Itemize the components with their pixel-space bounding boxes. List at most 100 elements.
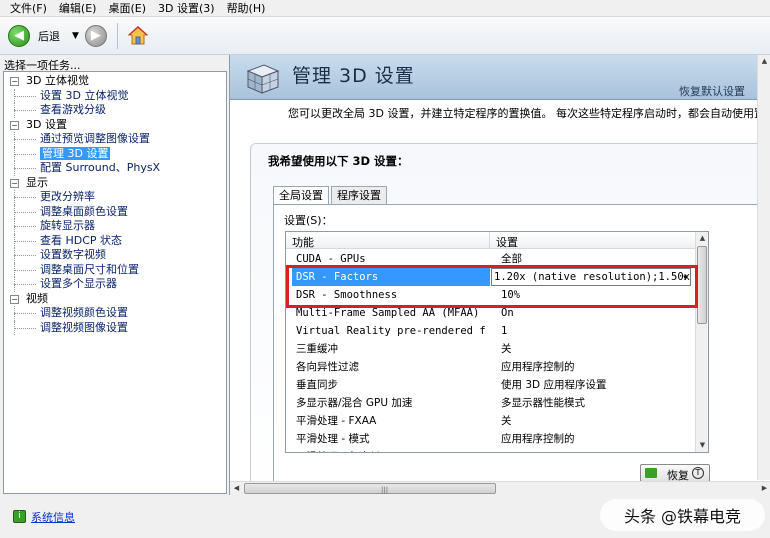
tree-item[interactable]: 旋转显示器 xyxy=(4,219,226,234)
tree-item[interactable]: 调整桌面颜色设置 xyxy=(4,204,226,219)
settings-list[interactable]: 功能 设置 CUDA - GPUs 全部 DSR - Factors 1.20x (n… xyxy=(285,231,709,453)
dropdown-arrow-icon[interactable]: ▼ xyxy=(683,270,688,285)
setting-row[interactable]: 各向异性过滤 应用程序控制的 xyxy=(286,358,696,376)
main-horizontal-scrollbar[interactable]: ◀ ||| ▶ xyxy=(230,481,770,495)
column-feature[interactable]: 功能 xyxy=(292,234,314,250)
menu-file[interactable]: 文件(F) xyxy=(4,0,53,17)
arrow-left-icon: ◀ xyxy=(14,28,24,43)
menu-desktop[interactable]: 桌面(E) xyxy=(102,0,152,17)
tree-item[interactable]: 查看 HDCP 状态 xyxy=(4,233,226,248)
setting-row[interactable]: 平滑处理 - FXAA 关 xyxy=(286,412,696,430)
setting-value: 全部 xyxy=(501,250,691,268)
setting-feature: 平滑处理 - 灰度纠正 xyxy=(296,448,486,452)
list-vertical-scrollbar[interactable]: ▲ ▼ xyxy=(695,232,708,452)
3d-cube-icon xyxy=(246,64,280,94)
horizontal-scroll-thumb[interactable]: ||| xyxy=(244,483,496,494)
setting-row[interactable]: 垂直同步 使用 3D 应用程序设置 xyxy=(286,376,696,394)
tree-category[interactable]: −3D 设置 xyxy=(4,118,226,133)
tree-item[interactable]: 通过预览调整图像设置 xyxy=(4,132,226,147)
tree-item-label: 3D 设置 xyxy=(26,117,67,131)
setting-value-dropdown[interactable]: 1.20x (native resolution);1.50x (na▼ xyxy=(491,268,691,286)
tree-item[interactable]: 管理 3D 设置 xyxy=(4,146,226,161)
tree-item-label: 配置 Surround、PhysX xyxy=(40,161,161,174)
scroll-left-icon[interactable]: ◀ xyxy=(230,482,243,495)
watermark: 头条 @铁幕电竞 xyxy=(600,499,765,531)
tree-item[interactable]: 调整视频图像设置 xyxy=(4,320,226,335)
page-description: 您可以更改全局 3D 设置，并建立特定程序的置换值。 每次这些特定程序启动时，都… xyxy=(288,107,770,120)
setting-value: 使用 3D 应用程序设置 xyxy=(501,376,691,394)
tree-item[interactable]: 调整视频颜色设置 xyxy=(4,306,226,321)
collapse-icon[interactable]: − xyxy=(10,294,19,304)
collapse-icon[interactable]: − xyxy=(10,120,19,130)
tree-line xyxy=(14,226,36,227)
setting-value-text: 应用程序控制的 xyxy=(501,433,575,445)
menu-edit[interactable]: 编辑(E) xyxy=(53,0,103,17)
arrow-right-icon: ▶ xyxy=(90,28,101,43)
history-dropdown-icon[interactable]: ▼ xyxy=(72,31,79,41)
setting-row[interactable]: DSR - Factors 1.20x (native resolution);1… xyxy=(286,268,696,286)
setting-row[interactable]: 三重缓冲 关 xyxy=(286,340,696,358)
system-info-icon: i xyxy=(13,510,26,523)
restore-defaults-link[interactable]: 恢复默认设置 xyxy=(679,83,745,99)
main-scroll-up-icon[interactable]: ▲ xyxy=(758,55,770,68)
setting-row[interactable]: DSR - Smoothness 10% xyxy=(286,286,696,304)
task-tree-panel: −3D 立体视觉 设置 3D 立体视觉 查看游戏分级 −3D 设置 通过预览调整图像设置… xyxy=(3,71,227,494)
setting-value-text: 10% xyxy=(501,289,520,301)
home-button[interactable] xyxy=(126,24,150,48)
scroll-up-icon[interactable]: ▲ xyxy=(696,232,708,245)
home-icon xyxy=(127,25,149,44)
tree-item[interactable]: 配置 Surround、PhysX xyxy=(4,161,226,176)
tree-line xyxy=(14,313,36,314)
tree-item[interactable]: 更改分辨率 xyxy=(4,190,226,205)
tree-line xyxy=(14,153,36,155)
setting-value-text: 关 xyxy=(501,343,512,355)
setting-value-text: On xyxy=(501,307,514,319)
tree-item[interactable]: 设置多个显示器 xyxy=(4,277,226,292)
setting-row[interactable]: 多显示器/混合 GPU 加速 多显示器性能模式 xyxy=(286,394,696,412)
menu-help[interactable]: 帮助(H) xyxy=(221,0,272,17)
tree-item-label: 调整视频图像设置 xyxy=(40,320,128,334)
setting-row[interactable]: Multi-Frame Sampled AA (MFAA) On xyxy=(286,304,696,322)
tree-item-label: 3D 立体视觉 xyxy=(26,74,89,87)
tab-global-settings[interactable]: 全局设置 xyxy=(273,186,329,205)
tree-item[interactable]: 设置数字视频 xyxy=(4,248,226,263)
tree-item[interactable]: 查看游戏分级 xyxy=(4,103,226,118)
tab-program-settings[interactable]: 程序设置 xyxy=(331,186,387,204)
tree-item-label: 设置 3D 立体视觉 xyxy=(40,88,129,102)
scroll-right-icon[interactable]: ▶ xyxy=(758,482,770,495)
setting-value: On xyxy=(501,304,691,322)
tree-category[interactable]: −3D 立体视觉 xyxy=(4,74,226,89)
setting-row[interactable]: CUDA - GPUs 全部 xyxy=(286,250,696,268)
setting-value: 应用程序控制的 xyxy=(501,430,691,448)
menu-3d-settings[interactable]: 3D 设置(3) xyxy=(152,0,221,17)
setting-row[interactable]: 平滑处理 - 模式 应用程序控制的 xyxy=(286,430,696,448)
setting-feature: DSR - Smoothness xyxy=(296,289,398,301)
setting-row[interactable]: Virtual Reality pre-rendered fr... 1 xyxy=(286,322,696,340)
restore-button[interactable]: 恢复 T xyxy=(640,464,710,482)
setting-value-text: 开 xyxy=(501,451,512,452)
tree-item[interactable]: 调整桌面尺寸和位置 xyxy=(4,262,226,277)
scroll-down-icon[interactable]: ▼ xyxy=(696,439,708,452)
setting-feature: 垂直同步 xyxy=(296,379,338,391)
tree-category[interactable]: − 显示 xyxy=(4,176,226,191)
setting-feature: 各向异性过滤 xyxy=(296,361,359,373)
back-button[interactable]: ◀ xyxy=(8,24,30,47)
scroll-thumb[interactable] xyxy=(697,246,707,324)
tree-category[interactable]: − 视频 xyxy=(4,292,226,307)
setting-value-text: 关 xyxy=(501,415,512,427)
forward-button[interactable]: ▶ xyxy=(84,24,107,47)
collapse-icon[interactable]: − xyxy=(10,178,19,188)
column-setting[interactable]: 设置 xyxy=(496,234,518,250)
setting-row[interactable]: 平滑处理 - 灰度纠正开 xyxy=(286,448,696,452)
back-label[interactable]: 后退 xyxy=(38,28,60,44)
setting-value-text: 使用 3D 应用程序设置 xyxy=(501,379,607,391)
main-vertical-scrollbar[interactable]: ▲ xyxy=(757,55,770,480)
column-divider[interactable] xyxy=(489,232,490,249)
settings-tabs: 全局设置 程序设置 xyxy=(273,186,389,205)
grip-icon: ||| xyxy=(381,486,389,494)
tree-item-label: 查看 HDCP 状态 xyxy=(40,233,123,247)
collapse-icon[interactable]: − xyxy=(10,77,19,86)
tree-item[interactable]: 设置 3D 立体视觉 xyxy=(4,88,226,103)
system-info-link[interactable]: 系统信息 xyxy=(31,509,75,525)
settings-label: 设置(S)： xyxy=(284,214,333,227)
